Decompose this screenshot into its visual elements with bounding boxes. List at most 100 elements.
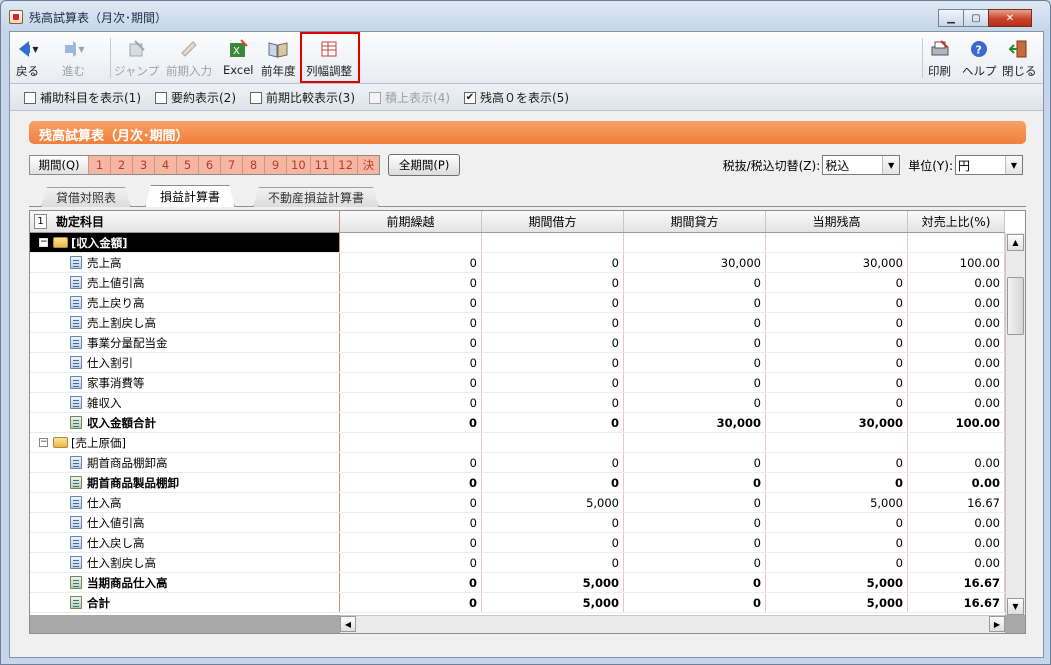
value-cell[interactable] [482, 433, 624, 452]
month-7[interactable]: 7 [220, 156, 242, 174]
value-cell[interactable]: 0 [340, 473, 482, 492]
account-name-cell[interactable]: 収入金額合計 [30, 413, 340, 432]
column-header-balance[interactable]: 当期残高 [766, 211, 908, 232]
value-cell[interactable]: 0 [482, 373, 624, 392]
value-cell[interactable]: 0 [624, 373, 766, 392]
month-8[interactable]: 8 [242, 156, 264, 174]
value-cell[interactable]: 0 [482, 413, 624, 432]
chevron-down-icon[interactable]: ▼ [1005, 156, 1022, 174]
month-11[interactable]: 11 [309, 156, 334, 174]
table-row[interactable]: 仕入戻し高 0 0 0 0 0.00 [30, 533, 1005, 553]
value-cell[interactable]: 0 [340, 533, 482, 552]
value-cell[interactable]: 16.67 [908, 493, 1005, 512]
forward-button[interactable]: ▼ 進む [62, 36, 85, 80]
value-cell[interactable]: 0 [624, 573, 766, 592]
level-number[interactable]: 1 [34, 214, 47, 229]
value-cell[interactable]: 30,000 [624, 253, 766, 272]
table-row[interactable]: 仕入高 0 5,000 0 5,000 16.67 [30, 493, 1005, 513]
value-cell[interactable]: 0 [624, 473, 766, 492]
back-button[interactable]: ▼ 戻る [16, 36, 39, 80]
account-name-cell[interactable]: 当期商品仕入高 [30, 573, 340, 592]
close-window-button[interactable]: ✕ [988, 9, 1032, 27]
value-cell[interactable]: 0.00 [908, 513, 1005, 532]
value-cell[interactable]: 16.67 [908, 573, 1005, 592]
month-3[interactable]: 3 [132, 156, 154, 174]
unit-select[interactable]: 円 ▼ [955, 155, 1023, 175]
value-cell[interactable]: 0 [624, 533, 766, 552]
value-cell[interactable]: 0 [624, 593, 766, 612]
excel-button[interactable]: X Excel [223, 36, 253, 80]
value-cell[interactable]: 0 [766, 473, 908, 492]
table-row[interactable]: 仕入割引 0 0 0 0 0.00 [30, 353, 1005, 373]
account-name-cell[interactable]: 事業分量配当金 [30, 333, 340, 352]
value-cell[interactable]: 0.00 [908, 393, 1005, 412]
table-row[interactable]: 仕入割戻し高 0 0 0 0 0.00 [30, 553, 1005, 573]
value-cell[interactable]: 0.00 [908, 353, 1005, 372]
value-cell[interactable]: 30,000 [766, 253, 908, 272]
account-name-cell[interactable]: 売上高 [30, 253, 340, 272]
table-row[interactable]: − [収入金額] [30, 233, 1005, 253]
horizontal-scrollbar[interactable]: ◀ ▶ [340, 615, 1005, 633]
value-cell[interactable]: 0 [482, 473, 624, 492]
checkbox[interactable] [155, 91, 167, 104]
value-cell[interactable]: 0 [340, 353, 482, 372]
account-name-cell[interactable]: 仕入割戻し高 [30, 553, 340, 572]
value-cell[interactable]: 0.00 [908, 273, 1005, 292]
tab-income-statement[interactable]: 損益計算書 [145, 185, 235, 207]
column-header-debit[interactable]: 期間借方 [482, 211, 624, 232]
vertical-scrollbar[interactable]: ▲ ▼ [1005, 233, 1025, 616]
all-period-button[interactable]: 全期間(P) [387, 154, 461, 176]
collapse-icon[interactable]: − [39, 438, 48, 447]
account-name-cell[interactable]: 雑収入 [30, 393, 340, 412]
value-cell[interactable]: 0 [624, 393, 766, 412]
value-cell[interactable]: 0 [624, 553, 766, 572]
table-row[interactable]: 雑収入 0 0 0 0 0.00 [30, 393, 1005, 413]
column-header-credit[interactable]: 期間貸方 [624, 211, 766, 232]
account-name-cell[interactable]: 売上割戻し高 [30, 313, 340, 332]
value-cell[interactable]: 0 [340, 593, 482, 612]
account-name-cell[interactable]: 売上戻り高 [30, 293, 340, 312]
value-cell[interactable] [340, 433, 482, 452]
account-name-cell[interactable]: 合計 [30, 593, 340, 612]
value-cell[interactable]: 0.00 [908, 473, 1005, 492]
checkbox[interactable] [24, 91, 36, 104]
table-row[interactable]: 期首商品棚卸高 0 0 0 0 0.00 [30, 453, 1005, 473]
value-cell[interactable]: 0 [766, 313, 908, 332]
value-cell[interactable]: 0.00 [908, 533, 1005, 552]
value-cell[interactable]: 0 [766, 293, 908, 312]
value-cell[interactable]: 0 [340, 493, 482, 512]
value-cell[interactable]: 0 [624, 453, 766, 472]
value-cell[interactable]: 0 [624, 293, 766, 312]
value-cell[interactable]: 0 [766, 513, 908, 532]
column-header-ratio[interactable]: 対売上比(%) [908, 211, 1005, 232]
value-cell[interactable]: 0 [340, 513, 482, 532]
column-header-opening[interactable]: 前期繰越 [340, 211, 482, 232]
account-name-cell[interactable]: 期首商品棚卸高 [30, 453, 340, 472]
value-cell[interactable]: 0 [766, 333, 908, 352]
checkbox[interactable] [369, 91, 381, 104]
account-name-cell[interactable]: 仕入戻し高 [30, 533, 340, 552]
value-cell[interactable]: 0.00 [908, 553, 1005, 572]
table-row[interactable]: − [売上原価] [30, 433, 1005, 453]
value-cell[interactable]: 0 [340, 413, 482, 432]
value-cell[interactable]: 0 [482, 533, 624, 552]
scroll-left-icon[interactable]: ◀ [340, 616, 356, 632]
account-name-cell[interactable]: 仕入値引高 [30, 513, 340, 532]
value-cell[interactable]: 0 [482, 393, 624, 412]
value-cell[interactable]: 0.00 [908, 313, 1005, 332]
value-cell[interactable]: 5,000 [766, 493, 908, 512]
table-row[interactable]: 収入金額合計 0 0 30,000 30,000 100.00 [30, 413, 1005, 433]
value-cell[interactable]: 0 [482, 333, 624, 352]
value-cell[interactable]: 0 [624, 353, 766, 372]
account-name-cell[interactable]: − [売上原価] [30, 433, 340, 452]
account-name-cell[interactable]: 仕入高 [30, 493, 340, 512]
table-row[interactable]: 当期商品仕入高 0 5,000 0 5,000 16.67 [30, 573, 1005, 593]
value-cell[interactable]: 0 [340, 373, 482, 392]
value-cell[interactable]: 0 [482, 273, 624, 292]
scroll-right-icon[interactable]: ▶ [989, 616, 1005, 632]
table-row[interactable]: 事業分量配当金 0 0 0 0 0.00 [30, 333, 1005, 353]
value-cell[interactable] [908, 433, 1005, 452]
account-name-cell[interactable]: 家事消費等 [30, 373, 340, 392]
table-row[interactable]: 仕入値引高 0 0 0 0 0.00 [30, 513, 1005, 533]
account-name-cell[interactable]: 期首商品製品棚卸 [30, 473, 340, 492]
